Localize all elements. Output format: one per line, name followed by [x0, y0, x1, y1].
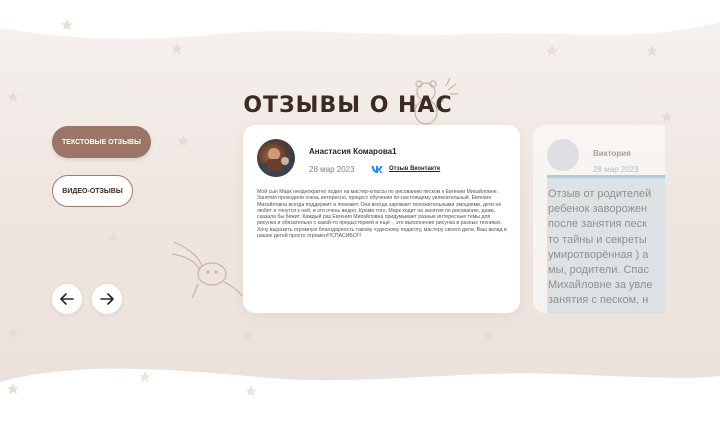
tab-video-reviews[interactable]: ВИДЕО-ОТЗЫВЫ	[52, 175, 133, 207]
review-text: Мой сын Марк неоднократно ходил на масте…	[257, 189, 507, 240]
avatar	[257, 139, 295, 177]
reviews-section: ОТЗЫВЫ О НАС ТЕКСТОВЫЕ ОТЗЫВЫ ВИДЕО-ОТЗЫ…	[0, 0, 720, 430]
review-date: 28 мар 2023	[309, 165, 355, 174]
star-icon	[177, 135, 189, 147]
bunny-sketch-icon	[171, 241, 243, 298]
arrow-left-icon	[60, 293, 74, 305]
bottom-wave-decoration	[0, 368, 720, 430]
section-title: ОТЗЫВЫ О НАС	[243, 92, 453, 118]
next-button[interactable]	[92, 284, 122, 314]
review-author: Виктория	[593, 149, 631, 158]
star-icon	[646, 45, 658, 57]
top-wave-decoration	[0, 0, 720, 39]
star-icon	[61, 19, 73, 31]
star-icon	[7, 383, 19, 395]
arrow-right-icon	[100, 293, 114, 305]
review-card: Анастасия Комарова1 28 мар 2023 Отзыв Вк…	[243, 125, 520, 313]
prev-button[interactable]	[52, 284, 82, 314]
review-card: Виктория 28 мар 2023 Отзыв от родителей …	[533, 125, 665, 313]
star-icon	[546, 45, 558, 57]
review-screenshot-text: Отзыв от родителей ребенок заворожен пос…	[548, 188, 653, 313]
vk-review-link[interactable]: Отзыв Вконтакте	[389, 166, 440, 172]
review-author: Анастасия Комарова1	[309, 147, 397, 156]
avatar-photo-icon	[257, 148, 295, 177]
star-icon	[245, 385, 257, 397]
review-date: 28 мар 2023	[593, 165, 639, 174]
star-icon	[107, 231, 119, 243]
star-icon	[7, 327, 19, 339]
star-icon	[139, 371, 151, 383]
star-icon	[483, 329, 495, 341]
avatar	[547, 139, 579, 171]
star-icon	[655, 361, 667, 373]
tab-text-reviews[interactable]: ТЕКСТОВЫЕ ОТЗЫВЫ	[52, 126, 151, 158]
star-icon	[241, 329, 253, 341]
star-icon	[171, 43, 183, 55]
vk-icon	[371, 166, 383, 173]
